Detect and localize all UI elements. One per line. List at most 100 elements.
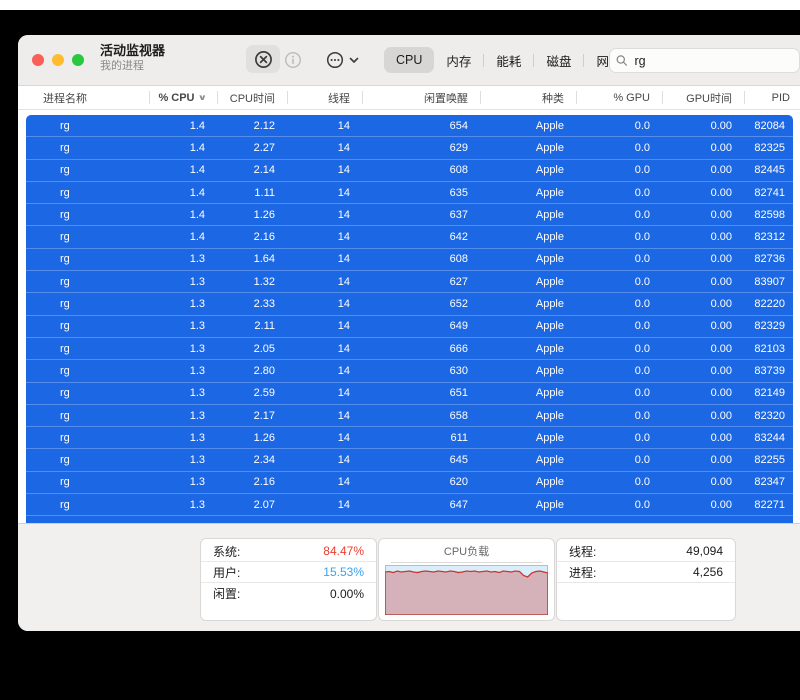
search-field[interactable] (609, 48, 800, 73)
table-row[interactable]: rg1.32.5914651Apple0.00.0082149 (26, 383, 793, 405)
column-header-4[interactable]: 线程 (288, 86, 363, 109)
column-header-6[interactable]: 种类 (481, 86, 577, 109)
search-input[interactable] (633, 53, 794, 69)
table-row[interactable]: rg1.42.1614642Apple0.00.0082312 (26, 226, 793, 248)
zoom-window-icon[interactable] (72, 54, 84, 66)
cell: 14 (288, 253, 363, 265)
column-header-1[interactable]: 进程名称 (18, 86, 150, 109)
cell: 82598 (745, 209, 793, 221)
stop-process-button[interactable] (246, 45, 280, 73)
cell: 2.16 (218, 476, 288, 488)
table-row[interactable]: rg1.31.6414608Apple0.00.0082736 (26, 249, 793, 271)
cell: 0.0 (577, 253, 663, 265)
screen-top-strip (0, 0, 800, 10)
cell: 2.34 (218, 454, 288, 466)
table-row[interactable]: rg1.42.2714629Apple0.00.0082325 (26, 137, 793, 159)
cell: 0.00 (663, 387, 745, 399)
cell: 1.3 (150, 343, 218, 355)
table-row[interactable]: rg1.31.3214627Apple0.00.0083907 (26, 271, 793, 293)
more-options-button[interactable] (322, 50, 362, 70)
stat-label: 用户: (213, 564, 240, 581)
cell: 0.0 (577, 298, 663, 310)
tab-磁盘[interactable]: 磁盘 (534, 47, 583, 73)
stat-label: 线程: (569, 543, 596, 560)
cell: 2.07 (218, 499, 288, 511)
table-row[interactable]: rg1.41.2614637Apple0.00.0082598 (26, 204, 793, 226)
info-icon (284, 51, 302, 69)
cell: 2.11 (218, 320, 288, 332)
table-row[interactable]: rg1.32.3314652Apple0.00.0082220 (26, 293, 793, 315)
cell: 0.00 (663, 142, 745, 154)
cell: 0.0 (577, 187, 663, 199)
cell: 0.00 (663, 231, 745, 243)
close-window-icon[interactable] (32, 54, 44, 66)
table-row[interactable]: rg1.32.0514666Apple0.00.0082103 (26, 338, 793, 360)
column-header-2[interactable]: % CPU∨ (150, 86, 218, 109)
cell: 1.3 (150, 276, 218, 288)
cell: 1.3 (150, 432, 218, 444)
table-row[interactable]: rg1.32.1614620Apple0.00.0082347 (26, 472, 793, 494)
cell: 14 (288, 164, 363, 176)
column-header-7[interactable]: % GPU (577, 86, 663, 109)
cell: rg (26, 476, 150, 488)
table-row[interactable]: rg1.31.2614611Apple0.00.0083244 (26, 427, 793, 449)
minimize-window-icon[interactable] (52, 54, 64, 66)
cell: rg (26, 343, 150, 355)
cell: 647 (363, 499, 481, 511)
cell: rg (26, 432, 150, 444)
threads-processes-stats-box: 线程:49,094进程:4,256 (556, 538, 736, 621)
cell: 611 (363, 432, 481, 444)
column-header-9[interactable]: PID (745, 86, 800, 109)
cell: 649 (363, 320, 481, 332)
table-row[interactable]: rg1.42.1214654Apple0.00.0082084 (26, 115, 793, 137)
cell: 14 (288, 209, 363, 221)
stat-row: 闲置:0.00% (201, 583, 376, 604)
cell: 0.00 (663, 276, 745, 288)
table-row[interactable]: rg1.32.0714647Apple0.00.0082271 (26, 494, 793, 516)
cell: 1.3 (150, 253, 218, 265)
cell: 83739 (745, 365, 793, 377)
cell: Apple (481, 387, 577, 399)
cell: 14 (288, 454, 363, 466)
table-row[interactable]: rg1.42.1414608Apple0.00.0082445 (26, 160, 793, 182)
stat-label: 进程: (569, 564, 596, 581)
ellipsis-circle-icon (326, 51, 344, 69)
cell: 1.3 (150, 410, 218, 422)
cell: 0.00 (663, 343, 745, 355)
cell: 2.16 (218, 231, 288, 243)
cell: 1.3 (150, 387, 218, 399)
cell: 0.0 (577, 365, 663, 377)
window-subtitle: 我的进程 (100, 60, 165, 74)
cell: rg (26, 298, 150, 310)
cell: 0.00 (663, 476, 745, 488)
table-row[interactable]: rg1.32.1714658Apple0.00.0082320 (26, 405, 793, 427)
inspect-process-button[interactable] (282, 50, 304, 70)
table-row[interactable]: rg1.41.1114635Apple0.00.0082741 (26, 182, 793, 204)
table-row[interactable]: rg1.32.1114649Apple0.00.0082329 (26, 316, 793, 338)
stat-value: 84.47% (323, 544, 364, 558)
cell: 608 (363, 164, 481, 176)
activity-monitor-window: 活动监视器 我的进程 (18, 35, 800, 631)
cell: 1.4 (150, 209, 218, 221)
table-row[interactable]: rg1.32.3414645Apple0.00.0082255 (26, 449, 793, 471)
column-header-5[interactable]: 闲置唤醒 (363, 86, 481, 109)
tab-CPU[interactable]: CPU (384, 47, 434, 73)
cell: 2.59 (218, 387, 288, 399)
cell: 82255 (745, 454, 793, 466)
tab-能耗[interactable]: 能耗 (484, 47, 533, 73)
cell: Apple (481, 142, 577, 154)
cell: 1.4 (150, 231, 218, 243)
cell: Apple (481, 499, 577, 511)
cell: 82347 (745, 476, 793, 488)
column-header-label: 进程名称 (43, 90, 87, 106)
cell: 14 (288, 476, 363, 488)
cell: rg (26, 365, 150, 377)
tab-内存[interactable]: 内存 (434, 47, 483, 73)
cpu-load-graph (385, 565, 548, 615)
cell: rg (26, 454, 150, 466)
column-header-8[interactable]: GPU时间 (663, 86, 745, 109)
cell: 0.00 (663, 365, 745, 377)
table-row[interactable]: rg1.32.8014630Apple0.00.0083739 (26, 360, 793, 382)
column-header-3[interactable]: CPU时间 (218, 86, 288, 109)
cell: 1.4 (150, 187, 218, 199)
